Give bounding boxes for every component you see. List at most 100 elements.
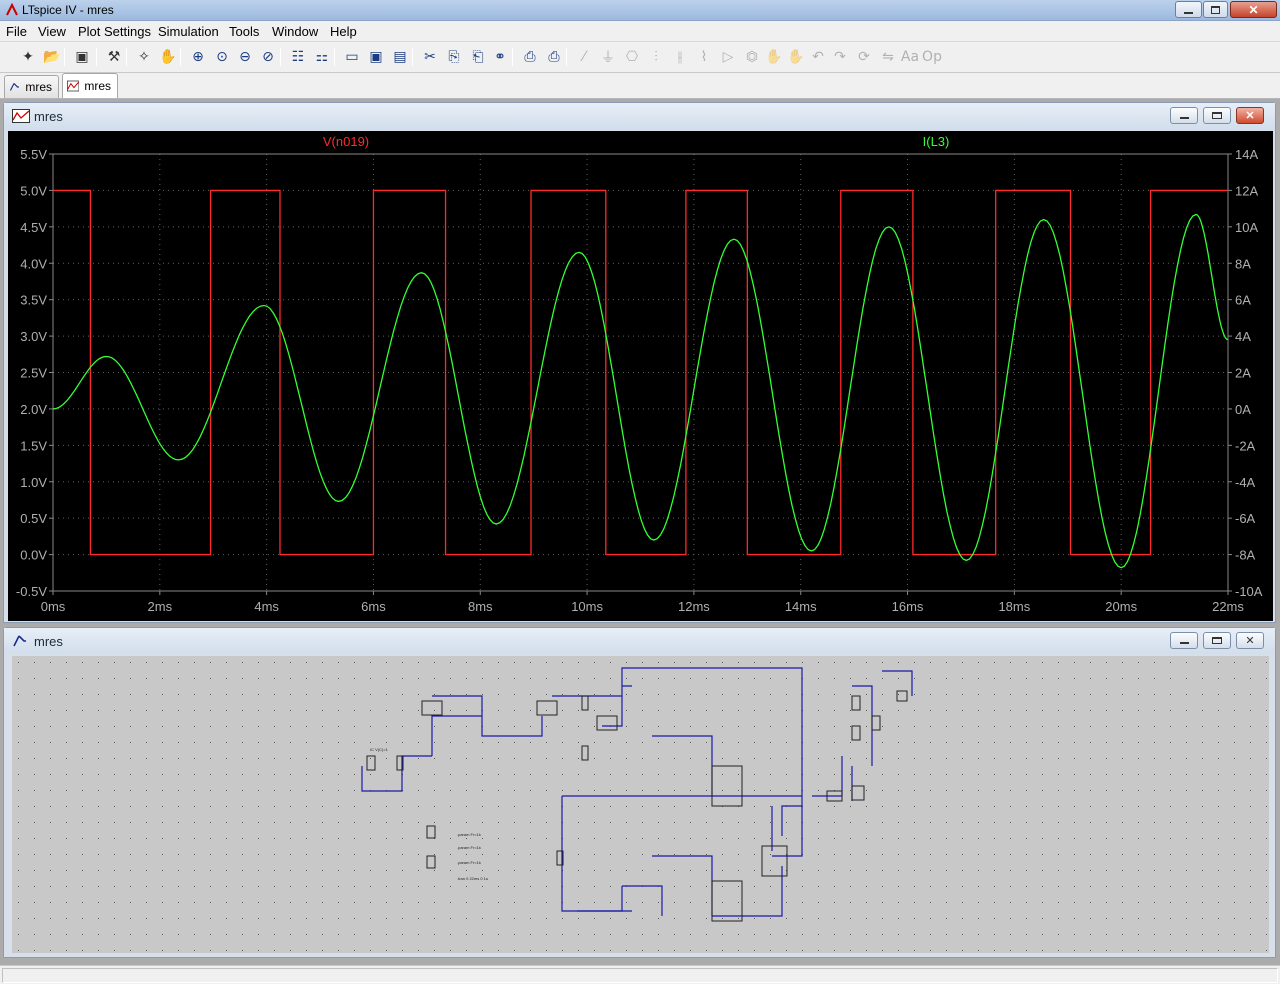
plot-window-title: mres <box>34 109 63 124</box>
minimize-icon <box>1179 642 1189 644</box>
new-schematic-icon[interactable]: ✦ <box>18 47 38 67</box>
diode-icon[interactable]: ▷ <box>718 47 738 67</box>
cascade-icon[interactable]: ▣ <box>366 47 386 67</box>
plot-close-button[interactable]: ✕ <box>1236 107 1264 124</box>
restore-icon <box>1212 112 1222 119</box>
toolbar-separator <box>412 48 413 66</box>
schematic-restore-button[interactable] <box>1203 632 1231 649</box>
y-right-tick-label: 6A <box>1235 293 1251 308</box>
zoom-out-icon[interactable]: ⊖ <box>235 47 255 67</box>
zoom-in-icon[interactable]: ⊕ <box>188 47 208 67</box>
zoom-pan-icon[interactable]: ⊙ <box>212 47 232 67</box>
window-title: LTspice IV - mres <box>22 3 114 17</box>
print-preview-icon[interactable]: ⎙ <box>520 47 540 67</box>
flipflop-u4 <box>711 765 743 807</box>
schematic-window-titlebar: mres ✕ <box>4 628 1275 654</box>
toolbar-separator <box>566 48 567 66</box>
schematic-canvas[interactable]: IC V(C)=1 .tran 0 22ms 0 1u .param Fr=1k .p… <box>12 656 1269 953</box>
copy-icon[interactable]: ⎘ <box>444 47 464 67</box>
x-tick-label: 0ms <box>41 599 66 614</box>
x-tick-label: 4ms <box>254 599 279 614</box>
logic-u6 <box>761 845 788 877</box>
redo-icon[interactable]: ↷ <box>830 47 850 67</box>
mirror-icon[interactable]: ⇋ <box>878 47 898 67</box>
resistor-r3 <box>581 745 589 761</box>
y-right-tick-label: 8A <box>1235 256 1251 271</box>
capacitor-icon[interactable]: ⫲ <box>670 47 690 67</box>
cut-icon[interactable]: ✂ <box>420 47 440 67</box>
close-button[interactable]: ✕ <box>1230 1 1277 18</box>
paste-icon[interactable]: ⎗ <box>468 47 488 67</box>
menu-view[interactable]: View <box>38 24 66 39</box>
tile-horizontal-icon[interactable]: ▭ <box>342 47 362 67</box>
resistor-icon[interactable]: ⫶ <box>646 47 666 67</box>
control-panel-icon[interactable]: ⚒ <box>104 47 124 67</box>
ic-label: IC V(C)=1 <box>370 747 389 752</box>
x-tick-label: 20ms <box>1105 599 1137 614</box>
halt-icon[interactable]: ✋ <box>158 47 178 67</box>
menu-help[interactable]: Help <box>330 24 357 39</box>
tab-waveform[interactable]: mres <box>62 73 118 98</box>
rotate-icon[interactable]: ⟳ <box>854 47 874 67</box>
menu-plot-settings[interactable]: Plot Settings <box>78 24 151 39</box>
autorange-icon[interactable]: ☷ <box>288 47 308 67</box>
tab-strip: mres mres <box>0 73 1280 99</box>
restore-button[interactable] <box>1203 1 1228 18</box>
trace-label-v-n019: V(n019) <box>323 134 369 149</box>
schematic-window-title: mres <box>34 634 63 649</box>
menu-window[interactable]: Window <box>272 24 318 39</box>
plot-window: mres ✕ 0ms 2ms 4ms 6ms 8ms 10ms 12ms 14ms 16ms 18… <box>3 102 1276 623</box>
y-left-tick-label: 1.0V <box>20 475 47 490</box>
drag-icon[interactable]: ✋ <box>786 47 806 67</box>
menu-file[interactable]: File <box>6 24 27 39</box>
plot-minimize-button[interactable] <box>1170 107 1198 124</box>
plot-window-titlebar: mres ✕ <box>4 103 1275 129</box>
x-tick-label: 18ms <box>998 599 1030 614</box>
schematic-minimize-button[interactable] <box>1170 632 1198 649</box>
print-icon[interactable]: ⎙ <box>544 47 564 67</box>
run-icon[interactable]: ✧ <box>134 47 154 67</box>
text-icon[interactable]: Aa <box>900 47 920 67</box>
y-left-tick-label: 0.0V <box>20 548 47 563</box>
status-bar <box>0 965 1280 984</box>
zoom-cancel-icon[interactable]: ⊘ <box>258 47 278 67</box>
y-left-tick-label: -0.5V <box>16 584 47 599</box>
y-left-tick-label: 2.5V <box>20 366 47 381</box>
plot-background <box>8 131 1273 621</box>
plot-settings-icon[interactable]: ⚏ <box>312 47 332 67</box>
minimize-button[interactable] <box>1175 1 1202 18</box>
y-right-tick-label: 10A <box>1235 220 1258 235</box>
schematic-close-button[interactable]: ✕ <box>1236 632 1264 649</box>
y-left-tick-label: 5.5V <box>20 147 47 162</box>
tile-vertical-icon[interactable]: ▤ <box>390 47 410 67</box>
inductor-icon[interactable]: ⌇ <box>694 47 714 67</box>
find-icon[interactable]: ⚭ <box>490 47 510 67</box>
schematic-window: mres ✕ IC V(C)=1 .tran 0 22ms 0 1u .param … <box>3 627 1276 958</box>
x-tick-label: 2ms <box>148 599 173 614</box>
ground-icon[interactable]: ⏚ <box>598 47 618 67</box>
waveform-plot[interactable]: 0ms 2ms 4ms 6ms 8ms 10ms 12ms 14ms 16ms 18ms 20ms 2… <box>8 131 1273 621</box>
close-icon: ✕ <box>1245 635 1255 647</box>
open-icon[interactable]: 📂 <box>42 47 62 67</box>
undo-icon[interactable]: ↶ <box>808 47 828 67</box>
component-icon[interactable]: ⏣ <box>742 47 762 67</box>
wire-icon[interactable]: ⁄ <box>574 47 594 67</box>
y-left-tick-label: 3.5V <box>20 293 47 308</box>
move-icon[interactable]: ✋ <box>764 47 784 67</box>
save-icon[interactable]: ▣ <box>72 47 92 67</box>
tab-schematic[interactable]: mres <box>4 75 59 98</box>
label-icon[interactable]: ⎔ <box>622 47 642 67</box>
spice-param: .param Fr=1k <box>457 860 481 865</box>
resistor-r5 <box>851 695 861 711</box>
tab-label: mres <box>25 80 52 94</box>
spice-directive-icon[interactable]: Op <box>922 47 942 67</box>
plot-restore-button[interactable] <box>1203 107 1231 124</box>
opamp-u1 <box>421 700 443 716</box>
menu-simulation[interactable]: Simulation <box>158 24 219 39</box>
x-tick-label: 6ms <box>361 599 386 614</box>
menu-tools[interactable]: Tools <box>229 24 259 39</box>
toolbar-separator <box>512 48 513 66</box>
y-left-tick-label: 3.0V <box>20 329 47 344</box>
toolbar-separator <box>96 48 97 66</box>
voltage-source-v1 <box>426 825 436 839</box>
